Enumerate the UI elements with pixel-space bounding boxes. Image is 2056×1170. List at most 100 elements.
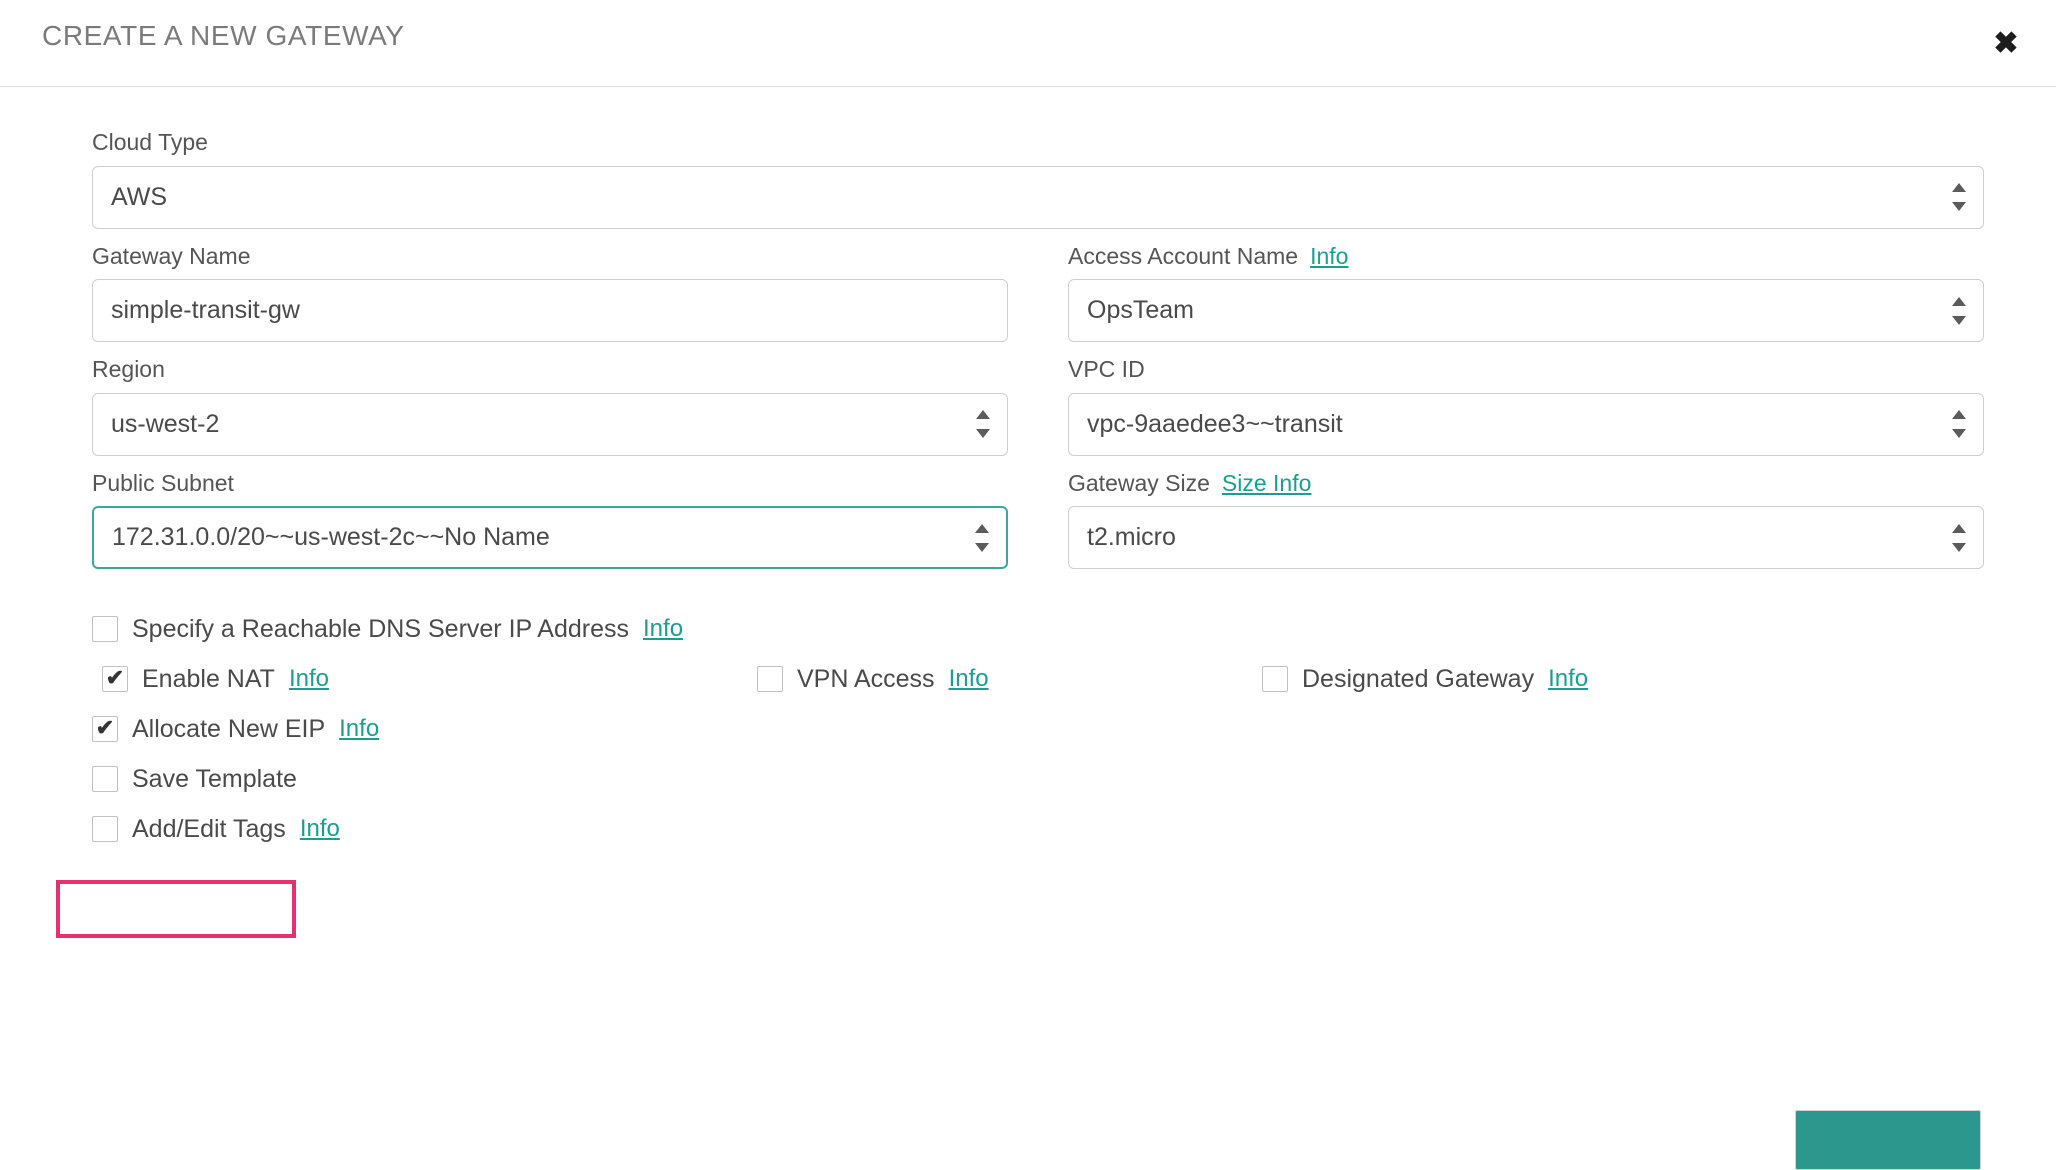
spinner-arrows-icon[interactable] [975,410,991,438]
field-gateway-name: Gateway Name simple-transit-gw [92,243,1008,343]
checkbox-box-icon[interactable]: ✔ [92,766,118,792]
select-region[interactable]: us-west-2 [92,393,1008,456]
checkbox-vpn-access[interactable]: ✔ VPN Access Info [757,665,989,694]
label-public-subnet: Public Subnet [92,470,1008,498]
chevron-up-icon [1952,410,1966,419]
info-link-gateway-size[interactable]: Size Info [1222,470,1312,498]
label-gateway-size: Gateway Size Size Info [1068,470,1984,498]
select-cloud-type[interactable]: AWS [92,166,1984,229]
page-title: CREATE A NEW GATEWAY [42,20,405,52]
checkbox-allocate-new-eip[interactable]: ✔ Allocate New EIP Info [92,715,379,744]
label-text: Gateway Size [1068,470,1210,498]
field-gateway-size: Gateway Size Size Info t2.micro [1068,470,1984,570]
chevron-down-icon [975,543,989,552]
form-col-region: Region us-west-2 [92,356,1008,470]
chevron-down-icon [1952,316,1966,325]
checkbox-section: ✔ Specify a Reachable DNS Server IP Addr… [0,583,2056,853]
form-grid: Cloud Type AWS Gateway Name [0,87,2056,583]
checkbox-label: Enable NAT [142,665,275,694]
label-gateway-name: Gateway Name [92,243,1008,271]
select-public-subnet-value: 172.31.0.0/20~~us-west-2c~~No Name [112,523,550,552]
checkbox-label: Allocate New EIP [132,715,325,744]
select-access-account-name[interactable]: OpsTeam [1068,279,1984,342]
label-text: VPC ID [1068,356,1145,384]
spinner-arrows-icon[interactable] [1951,297,1967,325]
form-col-vpc-id: VPC ID vpc-9aaedee3~~transit [1068,356,1984,470]
spinner-arrows-icon[interactable] [1951,410,1967,438]
checkbox-box-icon[interactable]: ✔ [102,666,128,692]
checkbox-label: Add/Edit Tags [132,815,286,844]
checkbox-box-icon[interactable]: ✔ [1262,666,1288,692]
checkbox-row-dns: ✔ Specify a Reachable DNS Server IP Addr… [92,605,1984,653]
field-access-account-name: Access Account Name Info OpsTeam [1068,243,1984,343]
checkbox-dns-server[interactable]: ✔ Specify a Reachable DNS Server IP Addr… [92,615,683,644]
checkbox-label: Save Template [132,765,297,794]
info-link-designated-gateway[interactable]: Info [1548,665,1588,693]
spinner-arrows-icon[interactable] [1951,524,1967,552]
form-col-access-account: Access Account Name Info OpsTeam [1068,243,1984,357]
close-icon[interactable]: ✖ [1984,22,2028,66]
field-vpc-id: VPC ID vpc-9aaedee3~~transit [1068,356,1984,456]
modal-header: CREATE A NEW GATEWAY ✖ [0,0,2056,87]
label-text: Region [92,356,165,384]
checkbox-row-eip: ✔ Allocate New EIP Info [92,705,1984,753]
checkbox-add-edit-tags[interactable]: ✔ Add/Edit Tags Info [92,815,340,844]
checkbox-save-template[interactable]: ✔ Save Template [92,765,297,794]
select-gateway-size-value: t2.micro [1087,523,1176,552]
chevron-down-icon [1952,202,1966,211]
label-text: Gateway Name [92,243,251,271]
info-link-allocate-new-eip[interactable]: Info [339,715,379,743]
input-gateway-name[interactable]: simple-transit-gw [92,279,1008,342]
chevron-down-icon [1952,543,1966,552]
select-gateway-size[interactable]: t2.micro [1068,506,1984,569]
label-text: Public Subnet [92,470,234,498]
chevron-up-icon [976,410,990,419]
checkbox-box-icon[interactable]: ✔ [92,716,118,742]
checkbox-enable-nat[interactable]: ✔ Enable NAT Info [102,665,329,694]
label-access-account-name: Access Account Name Info [1068,243,1984,271]
label-cloud-type: Cloud Type [92,129,1984,157]
select-public-subnet[interactable]: 172.31.0.0/20~~us-west-2c~~No Name [92,506,1008,569]
info-link-vpn-access[interactable]: Info [949,665,989,693]
chevron-up-icon [1952,297,1966,306]
select-vpc-id[interactable]: vpc-9aaedee3~~transit [1068,393,1984,456]
checkbox-box-icon[interactable]: ✔ [92,616,118,642]
label-vpc-id: VPC ID [1068,356,1984,384]
select-vpc-id-value: vpc-9aaedee3~~transit [1087,410,1343,439]
checkmark-icon: ✔ [96,717,114,739]
highlight-annotation-enable-nat [56,880,296,938]
field-region: Region us-west-2 [92,356,1008,456]
info-link-dns-server[interactable]: Info [643,615,683,643]
form-col-gateway-name: Gateway Name simple-transit-gw [92,243,1008,357]
checkbox-label: VPN Access [797,665,935,694]
checkbox-box-icon[interactable]: ✔ [92,816,118,842]
checkbox-row-nat: ✔ Enable NAT Info ✔ VPN Access Info ✔ De… [92,655,1984,703]
form-row-name-account: Gateway Name simple-transit-gw Access Ac… [92,243,1984,357]
form-col-gateway-size: Gateway Size Size Info t2.micro [1068,470,1984,584]
form-row-region-vpc: Region us-west-2 VPC ID [92,356,1984,470]
spinner-arrows-icon[interactable] [1951,183,1967,211]
chevron-up-icon [975,524,989,533]
select-region-value: us-west-2 [111,410,219,439]
checkbox-box-icon[interactable]: ✔ [757,666,783,692]
select-access-account-name-value: OpsTeam [1087,296,1194,325]
chevron-up-icon [1952,183,1966,192]
field-public-subnet: Public Subnet 172.31.0.0/20~~us-west-2c~… [92,470,1008,570]
label-text: Access Account Name [1068,243,1298,271]
info-link-access-account[interactable]: Info [1310,243,1348,271]
form-col-cloud-type: Cloud Type AWS [92,129,1984,243]
checkbox-label: Specify a Reachable DNS Server IP Addres… [132,615,629,644]
checkbox-row-add-edit-tags: ✔ Add/Edit Tags Info [92,805,1984,853]
chevron-down-icon [1952,429,1966,438]
spinner-arrows-icon[interactable] [974,524,990,552]
info-link-enable-nat[interactable]: Info [289,665,329,693]
label-region: Region [92,356,1008,384]
checkmark-icon: ✔ [106,667,124,689]
checkbox-designated-gateway[interactable]: ✔ Designated Gateway Info [1262,665,1588,694]
checkbox-row-save-template: ✔ Save Template [92,755,1984,803]
info-link-add-edit-tags[interactable]: Info [300,815,340,843]
submit-button[interactable] [1795,1110,1981,1170]
chevron-up-icon [1952,524,1966,533]
select-cloud-type-value: AWS [111,183,167,212]
label-text: Cloud Type [92,129,208,157]
